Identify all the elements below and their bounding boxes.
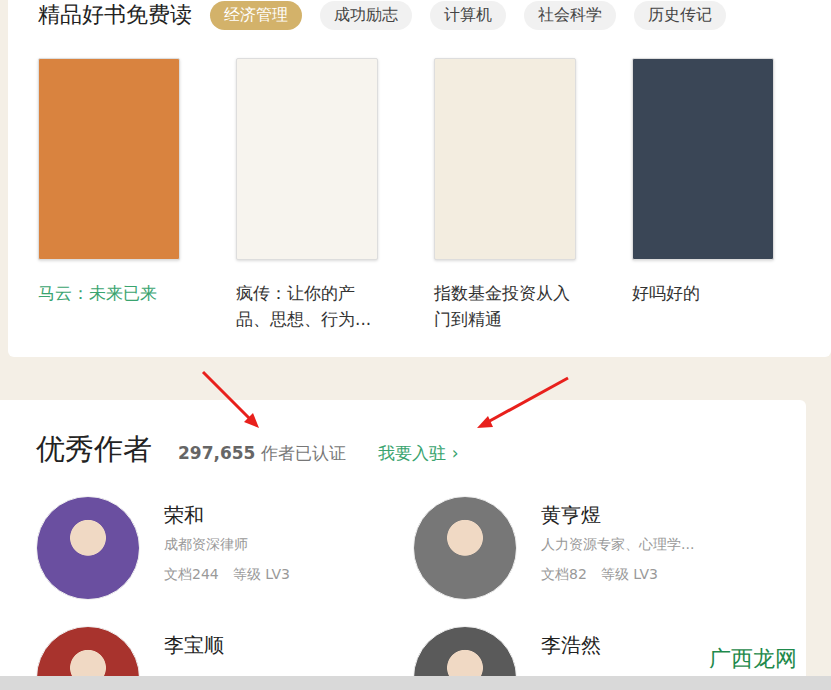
author-count: 297,655作者已认证 <box>178 442 346 465</box>
author-name[interactable]: 荣和 <box>164 500 290 530</box>
books-card: 精品好书免费读经济管理成功励志计算机社会科学历史传记马云：未来已来疯传：让你的产… <box>8 0 831 357</box>
arrow-icon <box>203 372 568 428</box>
page: 精品好书免费读经济管理成功励志计算机社会科学历史传记马云：未来已来疯传：让你的产… <box>0 0 831 690</box>
watermark: 广西龙网 <box>709 644 797 674</box>
author-docs: 文档82 <box>541 566 587 584</box>
book-title[interactable]: 疯传：让你的产品、思想、行为... <box>236 280 388 332</box>
author-desc: 人力资源专家、心理学... <box>541 536 694 554</box>
book-item[interactable]: 疯传：让你的产品、思想、行为... <box>236 58 378 332</box>
author-avatar[interactable] <box>413 496 517 600</box>
books-header: 精品好书免费读经济管理成功励志计算机社会科学历史传记 <box>38 0 831 30</box>
author-info: 荣和成都资深律师文档244 等级 LV3 <box>164 496 290 600</box>
book-cover[interactable] <box>38 58 180 260</box>
author-docs: 文档244 <box>164 566 219 584</box>
category-tab[interactable]: 经济管理 <box>210 1 302 30</box>
books-title: 精品好书免费读 <box>38 0 192 30</box>
category-tab[interactable]: 成功励志 <box>320 1 412 30</box>
annotation-arrows <box>0 0 831 690</box>
book-item[interactable]: 马云：未来已来 <box>38 58 180 332</box>
book-cover[interactable] <box>434 58 576 260</box>
book-title[interactable]: 指数基金投资从入门到精通 <box>434 280 586 332</box>
author-meta: 文档82 等级 LV3 <box>541 566 694 584</box>
authors-grid: 荣和成都资深律师文档244 等级 LV3 黄亨煜人力资源专家、心理学... 文档82 等… <box>36 496 770 690</box>
author-item[interactable]: 黄亨煜人力资源专家、心理学... 文档82 等级 LV3 <box>413 496 773 600</box>
authors-header: 优秀作者 297,655作者已认证 我要入驻 › <box>36 430 770 470</box>
category-tab[interactable]: 计算机 <box>430 1 506 30</box>
author-info: 黄亨煜人力资源专家、心理学... 文档82 等级 LV3 <box>541 496 694 600</box>
author-meta: 文档244 等级 LV3 <box>164 566 290 584</box>
author-name[interactable]: 黄亨煜 <box>541 500 694 530</box>
book-cover[interactable] <box>236 58 378 260</box>
author-avatar[interactable] <box>36 496 140 600</box>
authors-title: 优秀作者 <box>36 430 152 470</box>
book-title[interactable]: 好吗好的 <box>632 280 784 306</box>
author-level: 等级 LV3 <box>233 566 290 584</box>
category-tab[interactable]: 社会科学 <box>524 1 616 30</box>
author-desc: 成都资深律师 <box>164 536 290 554</box>
author-level: 等级 LV3 <box>601 566 658 584</box>
authors-card: 优秀作者 297,655作者已认证 我要入驻 › 荣和成都资深律师文档244 等级 LV… <box>0 400 806 690</box>
author-item[interactable]: 荣和成都资深律师文档244 等级 LV3 <box>36 496 413 600</box>
join-link[interactable]: 我要入驻 › <box>378 442 458 465</box>
book-item[interactable]: 好吗好的 <box>632 58 774 332</box>
author-name[interactable]: 李宝顺 <box>164 630 224 660</box>
book-item[interactable]: 指数基金投资从入门到精通 <box>434 58 576 332</box>
book-title[interactable]: 马云：未来已来 <box>38 280 190 306</box>
book-cover[interactable] <box>632 58 774 260</box>
books-row: 马云：未来已来疯传：让你的产品、思想、行为...指数基金投资从入门到精通好吗好的 <box>38 58 831 332</box>
author-name[interactable]: 李浩然 <box>541 630 601 660</box>
scrollbar[interactable] <box>0 676 831 690</box>
category-tab[interactable]: 历史传记 <box>634 1 726 30</box>
